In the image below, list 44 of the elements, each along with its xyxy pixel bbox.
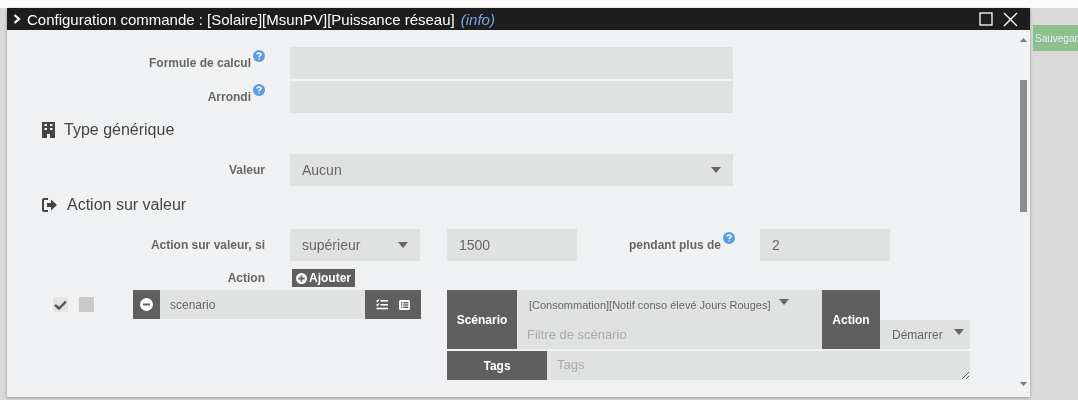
duration-field[interactable]: 2 xyxy=(760,229,890,261)
help-icon[interactable] xyxy=(253,50,265,62)
checkbox[interactable] xyxy=(79,297,94,312)
action-dropdown[interactable]: Démarrer xyxy=(880,320,970,349)
section-heading: Action sur valeur xyxy=(67,196,187,214)
scrollbar-thumb[interactable] xyxy=(1019,80,1027,212)
maximize-icon[interactable] xyxy=(979,12,993,26)
help-icon[interactable] xyxy=(253,84,265,96)
field-label: Arrondi xyxy=(207,90,251,104)
sign-out-icon xyxy=(42,198,58,212)
field-label: Action xyxy=(227,271,265,285)
plus-circle-icon xyxy=(296,272,307,284)
window-title: Configuration commande : [Solaire][MsunPV][Puissance réseau] xyxy=(27,10,455,28)
help-icon[interactable] xyxy=(723,232,735,244)
section-heading: Type générique xyxy=(64,121,175,139)
scenario-label: Scénario xyxy=(447,290,517,349)
info-note: (info) xyxy=(460,10,495,28)
value-dropdown[interactable]: Aucun xyxy=(290,154,733,186)
list-icon[interactable] xyxy=(399,299,410,310)
chevron-icon xyxy=(13,14,21,24)
field-label: Formule de calcul xyxy=(148,56,251,70)
checkbox[interactable] xyxy=(53,297,68,312)
field-label: pendant plus de xyxy=(629,238,721,252)
list-check-icon[interactable] xyxy=(376,299,388,310)
caret-icon xyxy=(778,299,789,305)
action-label: Action xyxy=(822,290,880,349)
close-icon[interactable] xyxy=(1003,11,1018,27)
scenario-dropdown[interactable]: [Consommation][Notif conso élevé Jours Rouges] xyxy=(517,290,822,320)
building-icon xyxy=(42,122,55,138)
tags-label: Tags xyxy=(447,351,547,380)
check-icon xyxy=(54,299,67,310)
caret-icon xyxy=(954,329,964,335)
remove-button[interactable] xyxy=(133,290,160,319)
threshold-field[interactable]: 1500 xyxy=(447,229,577,261)
caret-icon xyxy=(711,167,721,173)
field-label: Valeur xyxy=(228,163,265,177)
command-field[interactable]: scenario xyxy=(160,290,365,319)
field-label: Action sur valeur, si xyxy=(150,238,265,252)
minus-circle-icon xyxy=(140,298,153,311)
caret-icon xyxy=(398,242,408,248)
scroll-down-icon[interactable] xyxy=(1019,382,1027,386)
add-button[interactable]: Ajouter xyxy=(292,269,355,287)
scroll-up-icon[interactable] xyxy=(1019,38,1027,42)
operator-dropdown[interactable]: supérieur xyxy=(290,229,420,261)
